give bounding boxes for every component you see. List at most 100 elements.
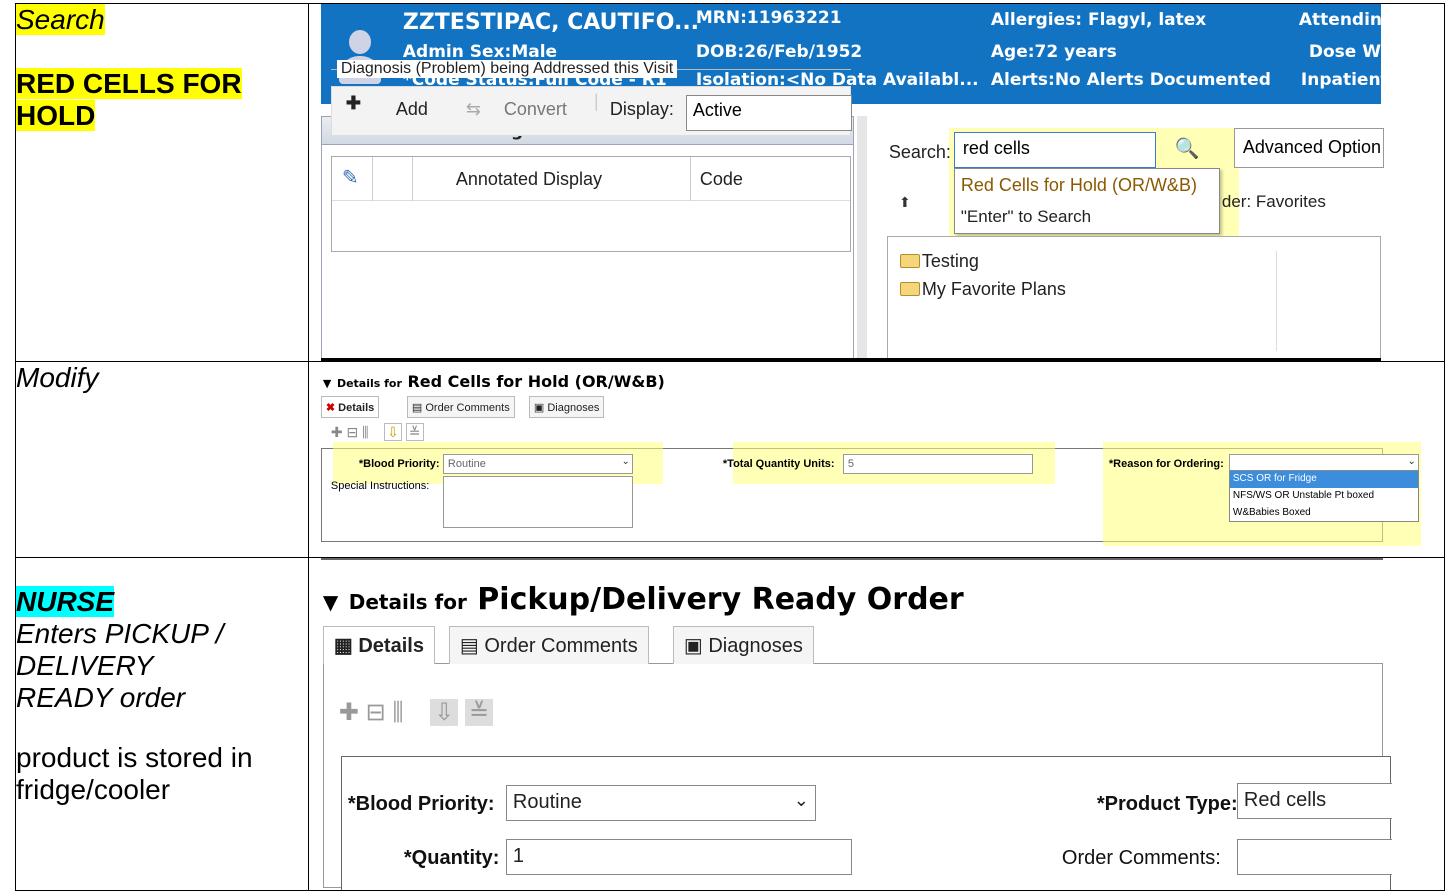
folder-my-favorite-plans[interactable]: My Favorite Plans xyxy=(899,279,1066,300)
folder-icon xyxy=(899,282,920,296)
reason-ordering-label: *Reason for Ordering: xyxy=(1108,458,1224,470)
details-form: *Blood Priority: Routine ⌄ *Quantity: 1 *… xyxy=(340,756,1392,890)
reason-option[interactable]: SCS OR for Fridge xyxy=(1229,471,1418,488)
tab-order-comments[interactable]: ▤ Order Comments xyxy=(448,626,649,664)
chevron-down-icon: ⌄ xyxy=(793,790,809,810)
advanced-options-button[interactable]: Advanced Option xyxy=(1233,128,1384,168)
allergies[interactable]: Allergies: Flagyl, latex xyxy=(991,10,1206,30)
diagnoses-toolbar: ✚ Add ⇆ Convert | Display: Active xyxy=(330,86,852,136)
folder-up-icon[interactable]: ⬆ xyxy=(894,194,916,214)
reason-option[interactable]: W&Babies Boxed xyxy=(1230,505,1418,522)
column-code[interactable]: Code xyxy=(700,169,743,190)
details-icon: ▦ xyxy=(333,635,353,657)
collapse-all-icon[interactable]: ≚ xyxy=(405,423,424,441)
document-page: Search RED CELLS FOR HOLD ZZTESTIPAC, CA… xyxy=(0,0,1448,892)
row2-screenshot: ▼ Details for Red Cells for Hold (OR/W&B… xyxy=(307,361,1446,558)
chart-icon[interactable]: ⫼ xyxy=(362,424,368,440)
tab-details[interactable]: ✖ Details xyxy=(320,396,380,418)
dose-weight: Dose Wt: xyxy=(1308,42,1396,62)
panel-splitter[interactable] xyxy=(856,116,867,361)
add-plus-icon[interactable]: ✚ xyxy=(346,93,361,114)
encounter-type: Inpatient xyxy=(1300,70,1389,90)
pill-icon[interactable]: ⊟ xyxy=(347,424,359,440)
age: Age:72 years xyxy=(990,42,1117,62)
search-magnifier-icon[interactable]: 🔍 xyxy=(1175,136,1200,161)
nurse-step-line2: DELIVERY xyxy=(16,650,154,681)
blood-priority-select[interactable]: Routine ⌄ xyxy=(442,454,633,474)
row3-label-cell: NURSE Enters PICKUP / DELIVERY READY ord… xyxy=(15,557,309,891)
annotate-icon[interactable]: ✎ xyxy=(342,165,359,190)
details-toolbar: ✚ ⊟ ⫼ ⇩ ≚ xyxy=(339,698,494,727)
details-title: ▼ Details for Pickup/Delivery Ready Orde… xyxy=(322,582,964,617)
row1-label-cell: Search RED CELLS FOR HOLD xyxy=(15,3,309,362)
display-select[interactable]: Active xyxy=(685,95,852,131)
add-icon[interactable]: ✚ xyxy=(331,424,343,440)
diagnoses-icon: ▣ xyxy=(683,635,703,657)
comments-icon: ▤ xyxy=(459,635,479,657)
tab-diagnoses[interactable]: ▣ Diagnoses xyxy=(672,626,814,664)
reason-option[interactable]: NFS/WS OR Unstable Pt boxed xyxy=(1230,488,1418,505)
diagnoses-grid-header: ✎ Annotated Display Code xyxy=(331,157,850,201)
blood-priority-label: *Blood Priority: xyxy=(358,458,440,470)
table-row-modify: Modify ▼ Details for Red Cells for Hold … xyxy=(15,361,1446,558)
add-icon[interactable]: ✚ xyxy=(339,699,359,726)
enter-to-search-hint[interactable]: "Enter" to Search xyxy=(955,203,1219,233)
step-order-name-line2: HOLD xyxy=(16,100,96,131)
quantity-label: *Quantity: xyxy=(403,847,500,869)
tab-order-comments[interactable]: ▤ Order Comments xyxy=(406,396,515,418)
step-search-label: Search xyxy=(16,4,105,35)
special-instructions-input[interactable] xyxy=(442,476,633,528)
table-row-nurse: NURSE Enters PICKUP / DELIVERY READY ord… xyxy=(15,557,1446,891)
nurse-step-line1: Enters PICKUP / xyxy=(16,618,224,649)
total-quantity-input[interactable]: 5 xyxy=(842,454,1033,474)
details-toolbar: ✚ ⊟ ⫼ ⇩ ≚ xyxy=(331,423,424,441)
search-label: Search: xyxy=(888,142,951,162)
storage-note-line2: fridge/cooler xyxy=(16,774,171,805)
role-nurse-label: NURSE xyxy=(16,586,115,617)
collapse-arrow-icon[interactable]: ▼ xyxy=(323,377,331,390)
tab-diagnoses[interactable]: ▣ Diagnoses xyxy=(528,396,605,418)
details-error-icon: ✖ xyxy=(325,402,336,414)
mrn: MRN:11963221 xyxy=(695,8,842,28)
folder-testing[interactable]: Testing xyxy=(899,251,979,272)
display-label: Display: xyxy=(609,99,674,119)
details-title: ▼ Details for Red Cells for Hold (OR/W&B… xyxy=(322,372,665,391)
patient-name[interactable]: ZZTESTIPAC, CAUTIFO... xyxy=(403,10,699,35)
order-comments-label: Order Comments: xyxy=(1061,847,1221,869)
column-annotated-display[interactable]: Annotated Display xyxy=(456,169,602,190)
special-instructions-label: Special Instructions: xyxy=(330,480,430,492)
quantity-input[interactable]: 1 xyxy=(505,839,852,875)
suggestion-red-cells-for-hold[interactable]: Red Cells for Hold (OR/W&B) xyxy=(955,169,1219,203)
move-down-icon[interactable]: ⇩ xyxy=(384,423,402,441)
folder-icon xyxy=(899,254,920,268)
product-type-input[interactable]: Red cells xyxy=(1236,783,1392,819)
convert-icon: ⇆ xyxy=(465,99,481,119)
diagnoses-grid: ✎ Annotated Display Code xyxy=(330,156,851,252)
chevron-down-icon: ⌄ xyxy=(621,456,630,467)
row1-screenshot: ZZTESTIPAC, CAUTIFO... Admin Sex:Male *C… xyxy=(307,3,1446,362)
collapse-all-icon[interactable]: ≚ xyxy=(464,699,494,726)
diagnoses-icon: ▣ xyxy=(533,402,545,414)
chevron-down-icon: ⌄ xyxy=(1407,456,1416,467)
step-order-name-line1: RED CELLS FOR xyxy=(16,68,242,99)
admin-sex: Admin Sex:Male xyxy=(402,42,558,62)
chart-icon[interactable]: ⫼ xyxy=(392,699,403,726)
collapse-arrow-icon[interactable]: ▼ xyxy=(323,590,338,614)
add-button[interactable]: Add xyxy=(396,99,428,120)
tab-details[interactable]: ▦ Details xyxy=(322,626,435,664)
search-input[interactable]: red cells xyxy=(953,132,1156,168)
total-quantity-label: *Total Quantity Units: xyxy=(722,458,835,470)
convert-button[interactable]: Convert xyxy=(504,99,567,120)
toolbar-divider: | xyxy=(593,91,599,111)
product-type-label: *Product Type: xyxy=(1096,793,1238,815)
move-down-icon[interactable]: ⇩ xyxy=(430,699,459,726)
favorites-tree: Testing My Favorite Plans xyxy=(886,236,1381,361)
folder-favorites-label: der: Favorites xyxy=(1221,192,1326,211)
blood-priority-select[interactable]: Routine ⌄ xyxy=(505,785,816,821)
attending: Attendin xyxy=(1298,10,1383,30)
table-row-search: Search RED CELLS FOR HOLD ZZTESTIPAC, CA… xyxy=(15,3,1446,362)
pill-icon[interactable]: ⊟ xyxy=(366,699,386,726)
blood-priority-label: *Blood Priority: xyxy=(347,793,495,815)
search-suggestions: Red Cells for Hold (OR/W&B) "Enter" to S… xyxy=(953,168,1220,234)
order-comments-input[interactable] xyxy=(1236,839,1392,875)
